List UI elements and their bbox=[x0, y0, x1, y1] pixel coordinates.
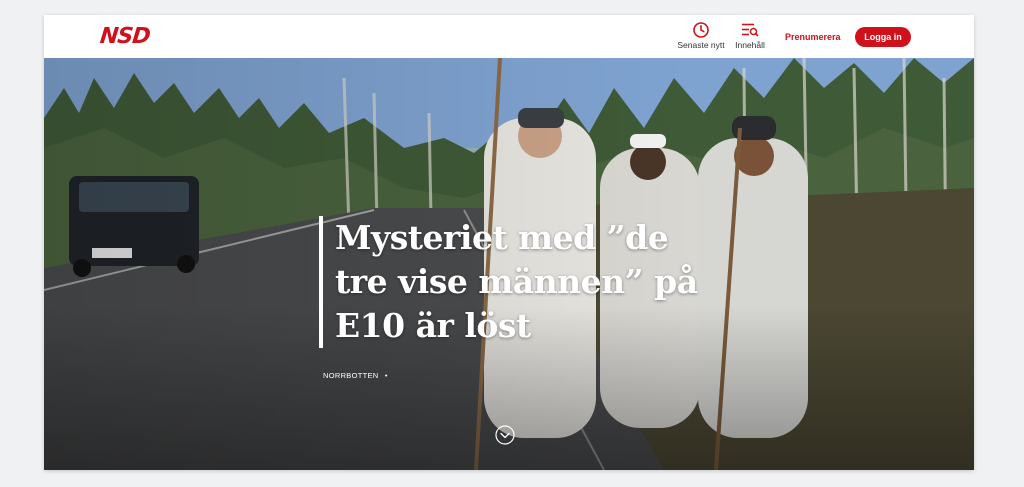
content-menu-button[interactable]: Innehåll bbox=[732, 21, 768, 50]
page-frame: NSD Senaste nytt Innehåll Prenumerera Lo… bbox=[44, 15, 974, 470]
section-label: NORRBOTTEN bbox=[323, 371, 379, 380]
section-tag[interactable]: NORRBOTTEN • bbox=[323, 371, 388, 380]
latest-news-button[interactable]: Senaste nytt bbox=[676, 21, 726, 50]
article-headline[interactable]: Mysteriet med ”de tre vise männen” på E1… bbox=[335, 216, 715, 348]
login-button[interactable]: Logga in bbox=[855, 27, 911, 47]
site-logo[interactable]: NSD bbox=[99, 24, 151, 50]
content-menu-label: Innehåll bbox=[735, 40, 765, 50]
section-separator: • bbox=[384, 371, 388, 380]
chevron-down-circle-icon[interactable] bbox=[495, 425, 515, 445]
latest-news-label: Senaste nytt bbox=[677, 40, 725, 50]
hero-article[interactable]: Mysteriet med ”de tre vise männen” på E1… bbox=[44, 58, 974, 470]
site-header: NSD Senaste nytt Innehåll Prenumerera Lo… bbox=[44, 15, 974, 59]
headline-block[interactable]: Mysteriet med ”de tre vise männen” på E1… bbox=[319, 216, 715, 348]
menu-search-icon bbox=[742, 23, 759, 37]
clock-icon bbox=[693, 22, 709, 38]
subscribe-link[interactable]: Prenumerera bbox=[785, 32, 841, 42]
